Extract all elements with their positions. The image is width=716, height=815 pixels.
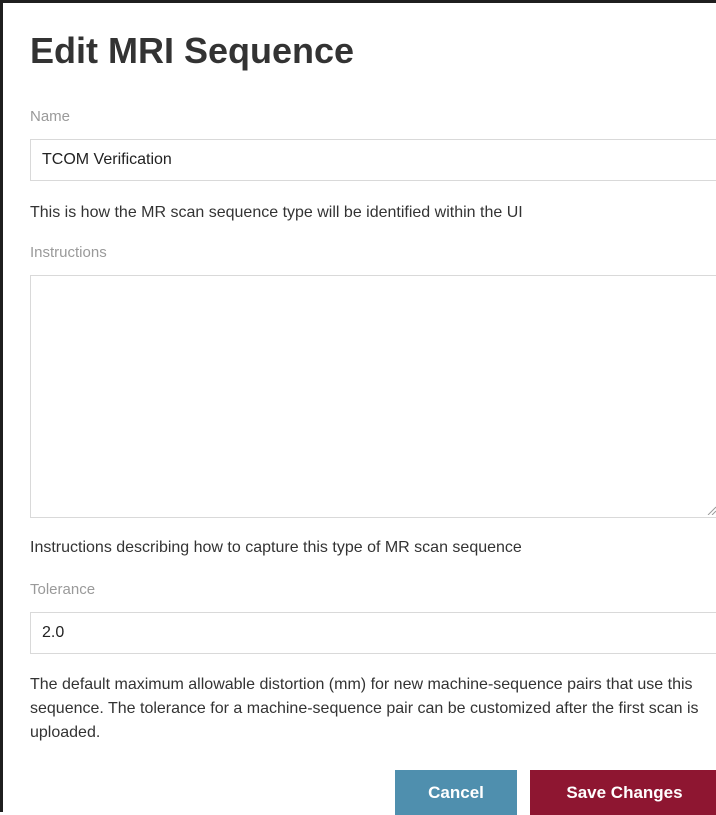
instructions-label: Instructions xyxy=(30,244,107,261)
name-input[interactable]: TCOM Verification xyxy=(30,139,716,181)
tolerance-label: Tolerance xyxy=(30,581,96,598)
name-help-text: This is how the MR scan sequence type wi… xyxy=(30,204,523,221)
save-changes-button[interactable]: Save Changes xyxy=(530,770,716,815)
name-label: Name xyxy=(30,108,71,125)
instructions-textarea[interactable] xyxy=(30,275,716,518)
tolerance-input[interactable]: 2.0 xyxy=(30,612,716,654)
cancel-button[interactable]: Cancel xyxy=(395,770,517,815)
tolerance-help-text: The default maximum allowable distortion… xyxy=(30,676,699,741)
instructions-help-text: Instructions describing how to capture t… xyxy=(30,539,522,556)
edit-sequence-panel: Edit MRI Sequence Name TCOM Verification… xyxy=(0,0,716,815)
resize-grip-icon[interactable] xyxy=(706,505,716,515)
page-title: Edit MRI Sequence xyxy=(30,30,355,71)
